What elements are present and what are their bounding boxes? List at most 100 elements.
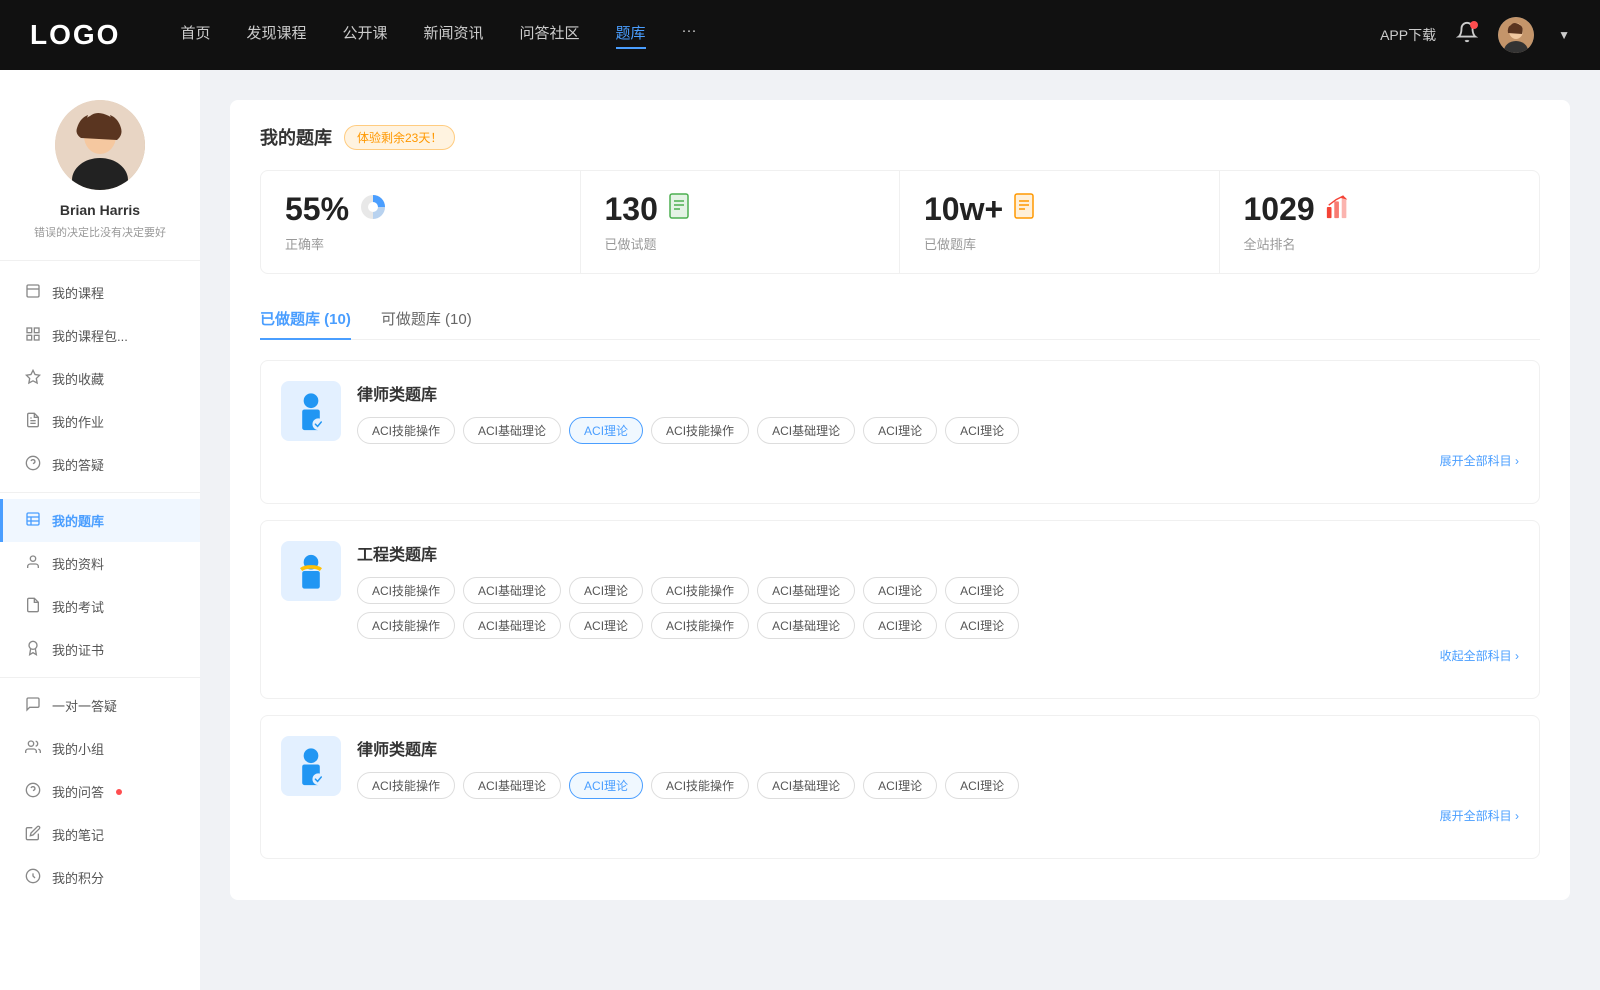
questionbank-container: 我的题库 体验剩余23天！ 55% xyxy=(230,100,1570,900)
course-icon xyxy=(24,283,42,302)
collapse-link-engineer[interactable]: 收起全部科目 › xyxy=(357,647,1519,664)
sidebar-item-notes[interactable]: 我的笔记 xyxy=(0,813,200,856)
tag-l1-2[interactable]: ACI理论 xyxy=(569,417,643,444)
section-icon-engineer xyxy=(281,541,341,601)
tag-l2-6[interactable]: ACI理论 xyxy=(945,772,1019,799)
sidebar-item-profile[interactable]: 我的资料 xyxy=(0,542,200,585)
user-name: Brian Harris xyxy=(60,202,140,218)
user-dropdown-arrow[interactable]: ▼ xyxy=(1558,28,1570,42)
tag-l2-1[interactable]: ACI基础理论 xyxy=(463,772,561,799)
tag-l2-2[interactable]: ACI理论 xyxy=(569,772,643,799)
tag-e-0-2[interactable]: ACI理论 xyxy=(569,577,643,604)
tab-available[interactable]: 可做题库 (10) xyxy=(381,298,472,339)
stat-value-done: 130 xyxy=(605,191,658,228)
nav-news[interactable]: 新闻资讯 xyxy=(424,22,484,49)
tag-l1-5[interactable]: ACI理论 xyxy=(863,417,937,444)
sidebar-item-homework[interactable]: 我的作业 xyxy=(0,400,200,443)
nav-home[interactable]: 首页 xyxy=(180,22,210,49)
app-download-link[interactable]: APP下载 xyxy=(1380,25,1436,45)
private-qa-icon xyxy=(24,696,42,715)
divider-2 xyxy=(0,677,200,678)
certificate-icon xyxy=(24,640,42,659)
tags-engineer-row2: ACI技能操作 ACI基础理论 ACI理论 ACI技能操作 ACI基础理论 AC… xyxy=(357,612,1519,639)
tag-l1-0[interactable]: ACI技能操作 xyxy=(357,417,455,444)
tag-l1-6[interactable]: ACI理论 xyxy=(945,417,1019,444)
tags-lawyer-2: ACI技能操作 ACI基础理论 ACI理论 ACI技能操作 ACI基础理论 AC… xyxy=(357,772,1519,799)
tag-e-0-1[interactable]: ACI基础理论 xyxy=(463,577,561,604)
stat-label-banks: 已做题库 xyxy=(924,234,1195,253)
tag-l2-0[interactable]: ACI技能操作 xyxy=(357,772,455,799)
nav-questionbank[interactable]: 题库 xyxy=(616,22,646,49)
divider-1 xyxy=(0,492,200,493)
exam-icon xyxy=(24,597,42,616)
tag-e-0-5[interactable]: ACI理论 xyxy=(863,577,937,604)
tag-e-1-6[interactable]: ACI理论 xyxy=(945,612,1019,639)
sidebar-item-coursepack[interactable]: 我的课程包... xyxy=(0,314,200,357)
tag-e-0-4[interactable]: ACI基础理论 xyxy=(757,577,855,604)
tag-e-1-0[interactable]: ACI技能操作 xyxy=(357,612,455,639)
notification-bell[interactable] xyxy=(1456,21,1478,49)
nav-discover[interactable]: 发现课程 xyxy=(246,22,306,49)
tag-l2-4[interactable]: ACI基础理论 xyxy=(757,772,855,799)
stat-top-rank: 1029 xyxy=(1244,191,1516,228)
sidebar-item-points[interactable]: 我的积分 xyxy=(0,856,200,899)
sidebar-item-myqa[interactable]: 我的问答 xyxy=(0,770,200,813)
groups-icon xyxy=(24,739,42,758)
sidebar-item-private-qa[interactable]: 一对一答疑 xyxy=(0,684,200,727)
doc-green-icon xyxy=(668,193,694,226)
sidebar-profile: Brian Harris 错误的决定比没有决定要好 xyxy=(0,100,200,261)
stat-done-banks: 10w+ 已做题库 xyxy=(900,171,1220,273)
sidebar-item-groups[interactable]: 我的小组 xyxy=(0,727,200,770)
sidebar-label-exam: 我的考试 xyxy=(52,597,104,616)
tab-done[interactable]: 已做题库 (10) xyxy=(260,298,351,339)
sidebar-label-course: 我的课程 xyxy=(52,283,104,302)
tag-e-1-2[interactable]: ACI理论 xyxy=(569,612,643,639)
tag-e-0-3[interactable]: ACI技能操作 xyxy=(651,577,749,604)
sidebar: Brian Harris 错误的决定比没有决定要好 我的课程 我的课程包... xyxy=(0,70,200,990)
section-icon-lawyer-1 xyxy=(281,381,341,441)
stat-label-accuracy: 正确率 xyxy=(285,234,556,253)
qbank-section-engineer: 工程类题库 ACI技能操作 ACI基础理论 ACI理论 ACI技能操作 ACI基… xyxy=(260,520,1540,699)
stat-label-done: 已做试题 xyxy=(605,234,876,253)
sidebar-item-course[interactable]: 我的课程 xyxy=(0,271,200,314)
tag-l2-5[interactable]: ACI理论 xyxy=(863,772,937,799)
tag-l1-4[interactable]: ACI基础理论 xyxy=(757,417,855,444)
stat-top-banks: 10w+ xyxy=(924,191,1195,228)
myqa-badge xyxy=(116,789,122,795)
tag-l1-3[interactable]: ACI技能操作 xyxy=(651,417,749,444)
sidebar-label-homework: 我的作业 xyxy=(52,412,104,431)
sidebar-item-certificate[interactable]: 我的证书 xyxy=(0,628,200,671)
tag-e-1-3[interactable]: ACI技能操作 xyxy=(651,612,749,639)
sidebar-item-exam[interactable]: 我的考试 xyxy=(0,585,200,628)
stat-site-rank: 1029 全站排名 xyxy=(1220,171,1540,273)
points-icon xyxy=(24,868,42,887)
tags-lawyer-1: ACI技能操作 ACI基础理论 ACI理论 ACI技能操作 ACI基础理论 AC… xyxy=(357,417,1519,444)
stat-top-accuracy: 55% xyxy=(285,191,556,228)
sidebar-item-questionbank[interactable]: 我的题库 xyxy=(0,499,200,542)
stats-row: 55% 正确率 xyxy=(260,170,1540,274)
user-avatar[interactable] xyxy=(1498,17,1534,53)
expand-link-lawyer-2[interactable]: 展开全部科目 › xyxy=(357,807,1519,824)
sidebar-item-qa[interactable]: 我的答疑 xyxy=(0,443,200,486)
nav-more[interactable]: ··· xyxy=(682,22,697,49)
tag-e-1-5[interactable]: ACI理论 xyxy=(863,612,937,639)
avatar xyxy=(55,100,145,190)
tag-e-1-1[interactable]: ACI基础理论 xyxy=(463,612,561,639)
qbank-section-lawyer-1: 律师类题库 ACI技能操作 ACI基础理论 ACI理论 ACI技能操作 ACI基… xyxy=(260,360,1540,504)
chart-red-icon xyxy=(1325,193,1351,226)
sidebar-item-favorites[interactable]: 我的收藏 xyxy=(0,357,200,400)
stat-value-rank: 1029 xyxy=(1244,191,1315,228)
myqa-icon xyxy=(24,782,42,801)
expand-link-lawyer-1[interactable]: 展开全部科目 › xyxy=(357,452,1519,469)
sidebar-label-certificate: 我的证书 xyxy=(52,640,104,659)
tag-e-0-6[interactable]: ACI理论 xyxy=(945,577,1019,604)
tag-e-0-0[interactable]: ACI技能操作 xyxy=(357,577,455,604)
profile-icon xyxy=(24,554,42,573)
tag-l1-1[interactable]: ACI基础理论 xyxy=(463,417,561,444)
tag-l2-3[interactable]: ACI技能操作 xyxy=(651,772,749,799)
nav-qa[interactable]: 问答社区 xyxy=(520,22,580,49)
tag-e-1-4[interactable]: ACI基础理论 xyxy=(757,612,855,639)
questionbank-icon xyxy=(24,511,42,530)
sidebar-label-qa: 我的答疑 xyxy=(52,455,104,474)
nav-opencourse[interactable]: 公开课 xyxy=(342,22,387,49)
